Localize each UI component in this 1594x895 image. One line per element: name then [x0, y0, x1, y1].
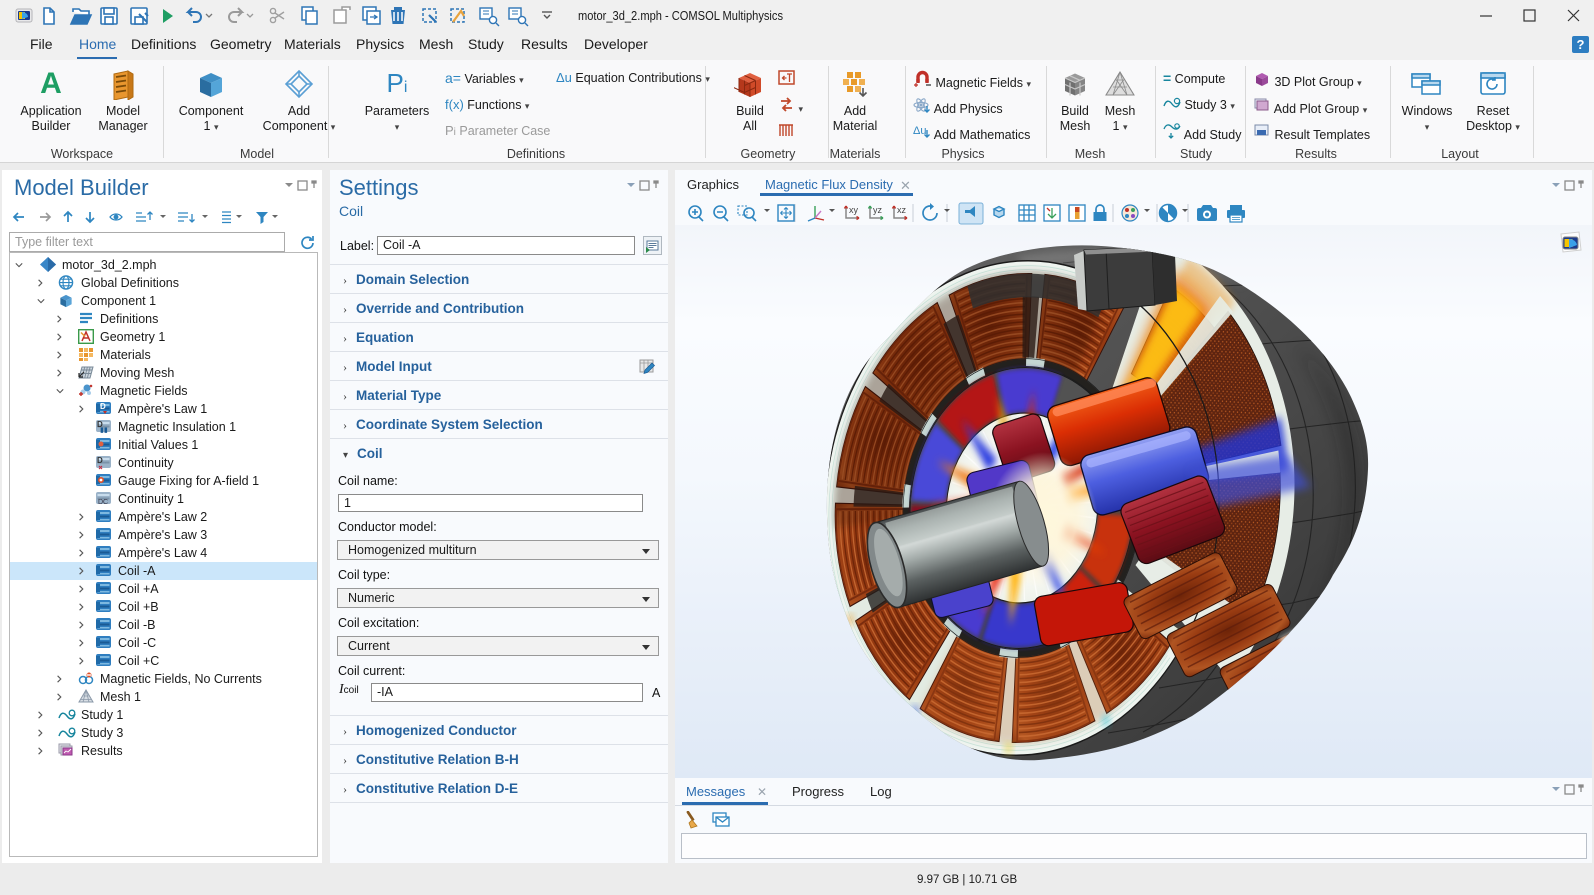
- svg-text:D: D: [100, 402, 106, 411]
- svg-text:xz: xz: [897, 205, 907, 215]
- svg-text:D: D: [97, 456, 103, 465]
- svg-text:yz: yz: [873, 205, 883, 215]
- svg-text:xy: xy: [849, 205, 859, 215]
- svg-text:▮▮: ▮▮: [100, 427, 108, 434]
- svg-text:DC: DC: [98, 499, 108, 506]
- svg-text:motor_3d_2.mph - COMSOL Multip: motor_3d_2.mph - COMSOL Multiphysics: [578, 9, 783, 23]
